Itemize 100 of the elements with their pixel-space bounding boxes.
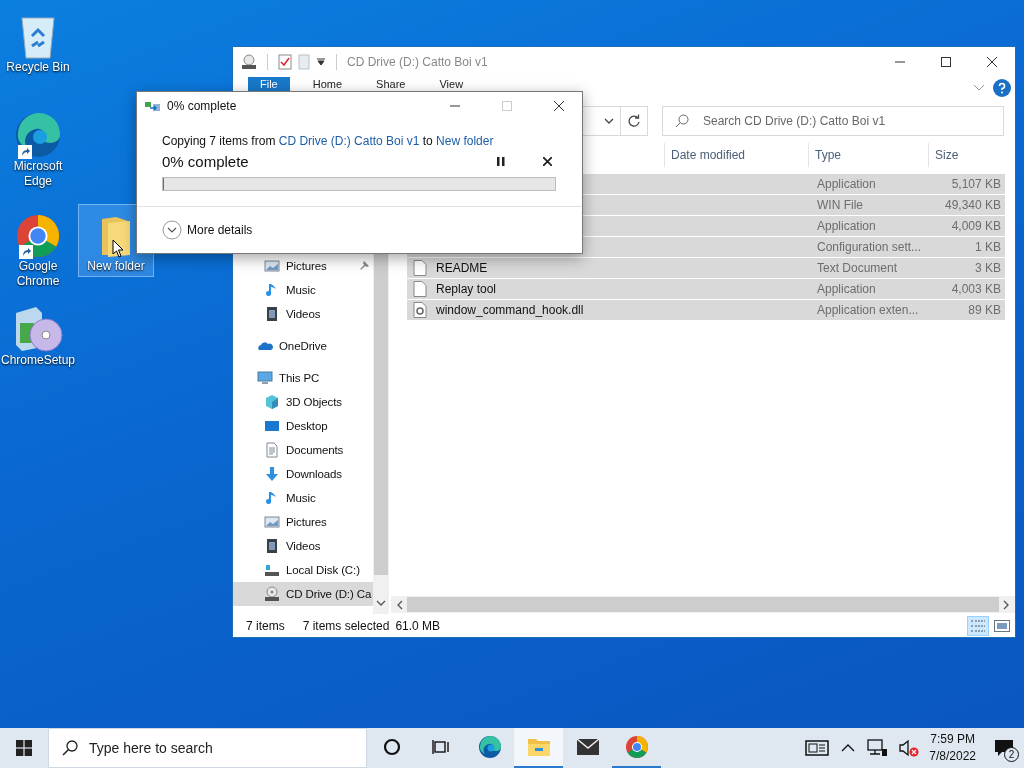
edge-icon — [477, 735, 502, 759]
nav-item[interactable]: Videos — [233, 302, 373, 326]
file-size: 89 KB — [968, 303, 1001, 317]
desktop-icon[interactable]: Recycle Bin — [0, 5, 76, 78]
maximize-icon — [502, 101, 512, 111]
help-icon[interactable] — [993, 79, 1011, 97]
nav-item[interactable]: Desktop — [233, 414, 373, 438]
nav-item[interactable]: Videos — [233, 534, 373, 558]
chevron-left-icon[interactable] — [397, 599, 403, 610]
drive-icon — [264, 562, 280, 578]
properties-icon[interactable] — [278, 54, 292, 70]
picture-icon — [264, 514, 280, 530]
network-icon[interactable] — [867, 739, 888, 757]
task-view-icon — [431, 739, 450, 755]
refresh-icon — [627, 114, 641, 128]
progress-status: 0% complete — [162, 152, 249, 170]
window-title: CD Drive (D:) Catto Boi v1 — [347, 55, 488, 69]
nav-item[interactable]: Music — [233, 486, 373, 510]
file-type: WIN File — [817, 198, 863, 212]
nav-item[interactable]: This PC — [233, 366, 373, 390]
file-icon — [413, 260, 427, 276]
file-icon — [413, 281, 427, 297]
chevron-down-icon[interactable] — [604, 118, 614, 124]
nav-item[interactable]: Local Disk (C:) — [233, 558, 373, 582]
nav-item[interactable]: Downloads — [233, 462, 373, 486]
nav-item[interactable]: OneDrive — [233, 334, 373, 358]
chevron-down-icon[interactable] — [376, 600, 386, 606]
file-type: Application — [817, 177, 876, 191]
file-row[interactable]: README Text Document 3 KB — [407, 258, 1005, 279]
taskbar-search-field[interactable]: Type here to search — [48, 728, 367, 768]
nav-item[interactable]: Documents — [233, 438, 373, 462]
nav-item[interactable]: CD Drive (D:) Ca — [233, 582, 373, 606]
clock-time[interactable]: 7:59 PM — [930, 731, 975, 748]
cube-icon — [264, 394, 280, 410]
file-type: Application — [817, 282, 876, 296]
dialog-title: 0% complete — [167, 99, 237, 113]
file-type: Configuration sett... — [817, 240, 922, 254]
file-type: Application — [817, 219, 876, 233]
nav-item[interactable]: Music — [233, 278, 373, 302]
selection-count: 7 items selected — [302, 618, 390, 633]
close-icon — [987, 57, 997, 67]
column-header[interactable]: Size — [929, 143, 1005, 167]
file-size: 5,107 KB — [951, 177, 1001, 191]
nav-item[interactable]: 3D Objects — [233, 390, 373, 414]
muted-speaker-icon[interactable] — [899, 739, 920, 757]
monitor-icon — [257, 370, 273, 386]
desktop-icon[interactable]: ChromeSetup — [0, 298, 76, 371]
notifications-button[interactable]: 2 — [984, 728, 1024, 768]
source-link[interactable]: CD Drive (D:) Catto Boi v1 — [278, 134, 420, 148]
close-icon — [542, 156, 552, 166]
film-icon — [264, 306, 280, 322]
destination-link[interactable]: New folder — [436, 134, 494, 148]
gear-file-icon — [413, 302, 427, 318]
pause-icon — [497, 156, 505, 166]
file-row[interactable]: Replay tool Application 4,003 KB — [407, 279, 1005, 300]
desktop-icon — [264, 418, 280, 434]
circle-icon — [382, 738, 401, 756]
details-view-button[interactable] — [967, 615, 989, 636]
caret-up-icon[interactable] — [841, 743, 856, 753]
dropdown-icon[interactable] — [316, 58, 326, 66]
column-header[interactable]: Type — [809, 143, 929, 167]
search-icon — [675, 114, 689, 128]
file-size: 49,340 KB — [944, 198, 1001, 212]
ribbon-tab[interactable]: Share — [359, 77, 423, 91]
cd-drive-icon — [264, 586, 280, 602]
file-type: Application exten... — [817, 303, 919, 317]
desktop-icon[interactable]: Google Chrome — [0, 204, 76, 292]
news-icon[interactable] — [805, 740, 830, 756]
clock-date[interactable]: 7/8/2022 — [929, 748, 976, 765]
more-details-button[interactable]: More details — [162, 220, 253, 240]
ribbon-tab[interactable]: View — [422, 77, 481, 91]
chevron-circle-icon — [162, 220, 182, 240]
folder-icon — [526, 737, 551, 757]
windows-logo-icon — [16, 740, 32, 756]
copy-icon — [145, 100, 161, 112]
document-icon — [264, 442, 280, 458]
search-icon — [62, 740, 78, 756]
chrome-icon — [624, 735, 649, 759]
search-field[interactable]: Search CD Drive (D:) Catto Boi v1 — [662, 106, 1004, 136]
ribbon-tab[interactable]: Home — [295, 77, 360, 91]
cd-drive-icon — [241, 54, 257, 70]
file-menu-tab[interactable]: File — [248, 77, 290, 91]
picture-icon — [264, 258, 280, 274]
item-count: 7 items — [246, 618, 285, 633]
file-name: Replay tool — [436, 282, 497, 296]
film-icon — [264, 538, 280, 554]
horizontal-scrollbar[interactable] — [391, 596, 1015, 613]
nav-item[interactable]: Pictures — [233, 510, 373, 534]
column-header[interactable]: Date modified — [665, 143, 809, 167]
file-name: README — [436, 261, 488, 275]
file-size: 4,009 KB — [951, 219, 1001, 233]
file-row[interactable]: window_command_hook.dll Application exten... 89 KB — [407, 300, 1005, 321]
copy-message: Copying 7 items from CD Drive (D:) Catto Boi v1 to New folder — [162, 134, 495, 148]
chevron-right-icon[interactable] — [1003, 599, 1009, 610]
nav-item[interactable]: Pictures — [233, 254, 373, 278]
pin-icon — [359, 261, 369, 271]
maximize-icon — [941, 57, 951, 67]
refresh-button[interactable] — [620, 106, 648, 136]
desktop-icon[interactable]: Microsoft Edge — [0, 104, 76, 192]
pointer-icon — [112, 239, 124, 258]
